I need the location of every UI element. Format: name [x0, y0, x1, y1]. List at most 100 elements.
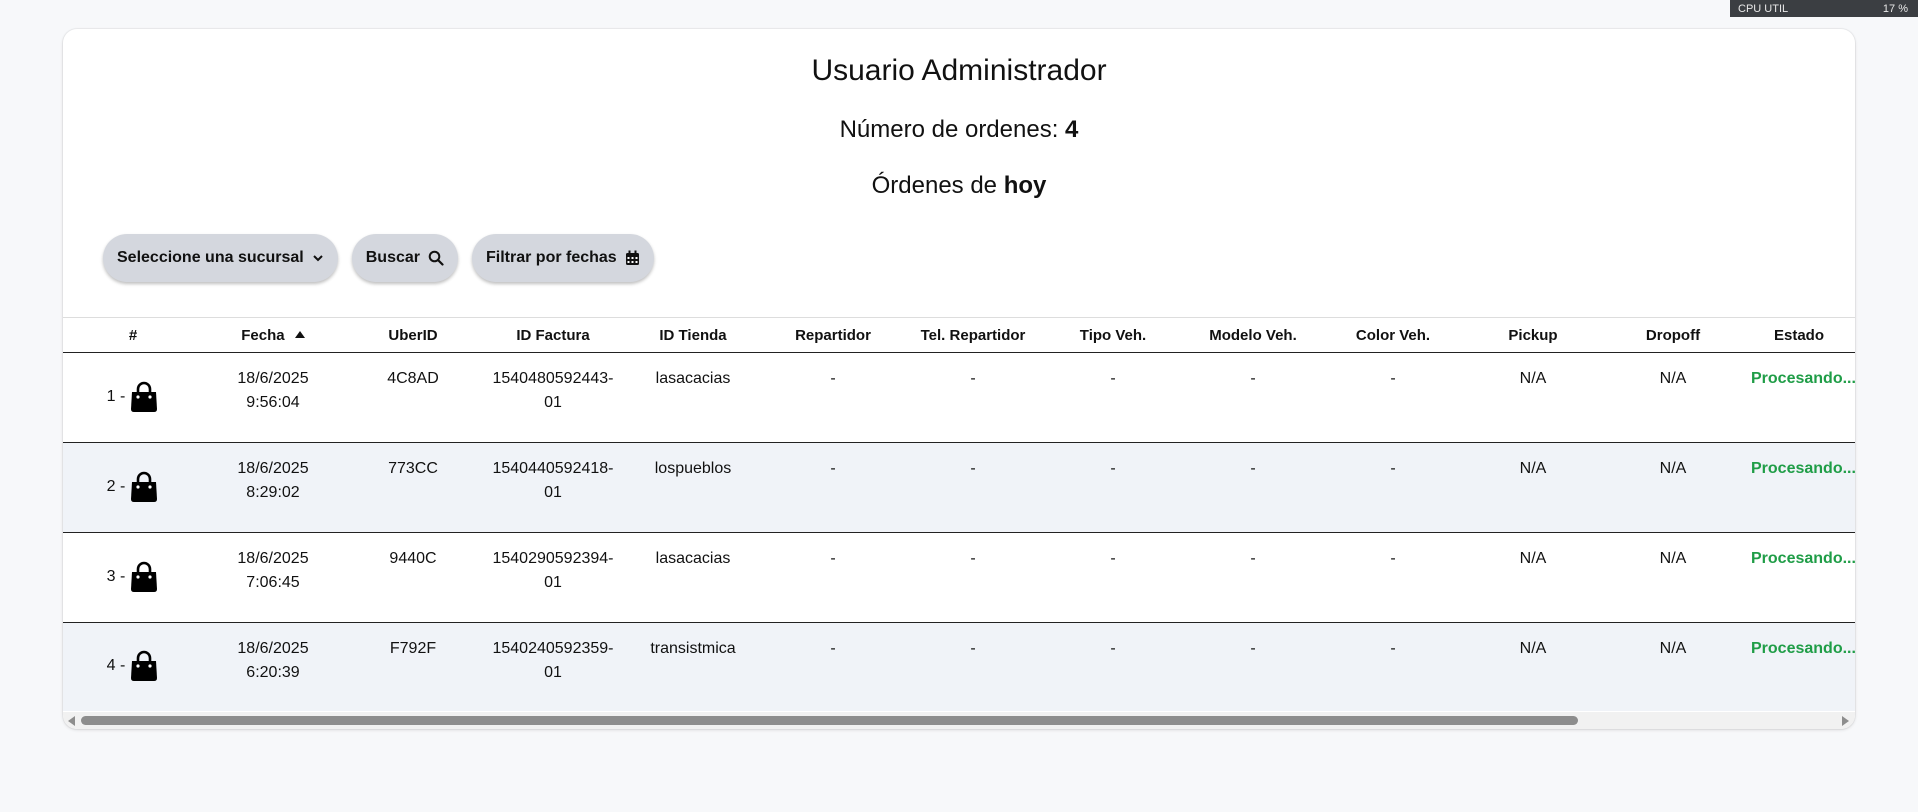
table-row[interactable]: 2 - 18/6/2025 8:29:02 773CC 1540440592418…	[63, 442, 1855, 533]
vehicle-color-cell: -	[1323, 532, 1463, 623]
col-header-uberid[interactable]: UberID	[343, 317, 483, 353]
col-header-driver-phone[interactable]: Tel. Repartidor	[903, 317, 1043, 353]
scroll-right-arrow-icon[interactable]	[1842, 716, 1849, 726]
driver-phone-cell: -	[903, 442, 1043, 533]
invoice-part-2: 01	[544, 394, 562, 411]
horizontal-scrollbar[interactable]	[63, 712, 1855, 729]
table-row[interactable]: 3 - 18/6/2025 7:06:45 9440C 1540290592394…	[63, 532, 1855, 623]
page-title: Usuario Administrador	[811, 54, 1107, 87]
filter-controls: Seleccione una sucursal Buscar Filtrar p…	[103, 234, 654, 282]
date: 18/6/2025	[237, 460, 309, 477]
status-cell: Procesando...	[1743, 442, 1855, 533]
vehicle-color-cell: -	[1323, 622, 1463, 711]
search-button[interactable]: Buscar	[351, 234, 458, 282]
vehicle-color-cell: -	[1323, 352, 1463, 443]
pickup-cell: N/A	[1463, 352, 1603, 443]
shopping-bag-icon[interactable]	[129, 471, 159, 503]
driver-cell: -	[763, 532, 903, 623]
store-cell: transistmica	[623, 622, 763, 711]
orders-table: # Fecha UberID ID Factura ID Tienda Repa…	[63, 317, 1855, 711]
vehicle-type-cell: -	[1043, 352, 1183, 443]
table-header-row: # Fecha UberID ID Factura ID Tienda Repa…	[63, 317, 1855, 353]
date-filter-label: Filtrar por fechas	[486, 249, 617, 266]
uberid-cell: 773CC	[343, 442, 483, 533]
col-header-vehicle-model[interactable]: Modelo Veh.	[1183, 317, 1323, 353]
driver-phone-cell: -	[903, 532, 1043, 623]
date: 18/6/2025	[237, 640, 309, 657]
time: 6:20:39	[246, 664, 300, 681]
col-header-vehicle-color[interactable]: Color Veh.	[1323, 317, 1463, 353]
cpu-util-widget: CPU UTIL 17 %	[1730, 0, 1918, 17]
invoice-cell: 1540480592443- 01	[483, 352, 623, 443]
invoice-cell: 1540440592418- 01	[483, 442, 623, 533]
scrollbar-thumb[interactable]	[81, 716, 1578, 725]
row-index-cell: 3 -	[63, 532, 203, 623]
vehicle-model-cell: -	[1183, 352, 1323, 443]
col-header-pickup[interactable]: Pickup	[1463, 317, 1603, 353]
shopping-bag-icon[interactable]	[129, 561, 159, 593]
branch-select[interactable]: Seleccione una sucursal	[103, 234, 338, 282]
vehicle-model-cell: -	[1183, 442, 1323, 533]
col-header-invoice-id[interactable]: ID Factura	[483, 317, 623, 353]
table-row[interactable]: 1 - 18/6/2025 9:56:04 4C8AD 1540480592443…	[63, 352, 1855, 443]
store-cell: lasacacias	[623, 352, 763, 443]
invoice-part-1: 1540480592443-	[492, 370, 614, 387]
dropoff-cell: N/A	[1603, 442, 1743, 533]
dropoff-cell: N/A	[1603, 352, 1743, 443]
date-cell: 18/6/2025 6:20:39	[203, 622, 343, 711]
orders-period: Órdenes de hoy	[63, 172, 1855, 200]
vehicle-color-cell: -	[1323, 442, 1463, 533]
driver-cell: -	[763, 352, 903, 443]
cpu-util-label: CPU UTIL	[1738, 2, 1789, 15]
pickup-cell: N/A	[1463, 622, 1603, 711]
date-cell: 18/6/2025 9:56:04	[203, 352, 343, 443]
status-cell: Procesando...	[1743, 622, 1855, 711]
uberid-cell: 4C8AD	[343, 352, 483, 443]
invoice-part-1: 1540240592359-	[492, 640, 614, 657]
col-header-index: #	[63, 317, 203, 353]
scroll-left-arrow-icon[interactable]	[68, 716, 75, 726]
orders-card: Usuario Administrador Número de ordenes:…	[63, 29, 1855, 729]
dropoff-cell: N/A	[1603, 622, 1743, 711]
col-header-date-label: Fecha	[241, 327, 285, 344]
calendar-icon	[625, 250, 639, 265]
col-header-driver[interactable]: Repartidor	[763, 317, 903, 353]
uberid-cell: 9440C	[343, 532, 483, 623]
driver-cell: -	[763, 622, 903, 711]
invoice-part-2: 01	[544, 664, 562, 681]
driver-phone-cell: -	[903, 352, 1043, 443]
order-count-value: 4	[1065, 116, 1079, 143]
orders-period-value: hoy	[1003, 172, 1047, 199]
date-cell: 18/6/2025 8:29:02	[203, 442, 343, 533]
status-cell: Procesando...	[1743, 532, 1855, 623]
col-header-status[interactable]: Estado	[1743, 317, 1855, 353]
invoice-part-2: 01	[544, 574, 562, 591]
status-cell: Procesando...	[1743, 352, 1855, 443]
order-count: Número de ordenes: 4	[63, 116, 1855, 144]
row-index-cell: 1 -	[63, 352, 203, 443]
sort-asc-icon	[294, 331, 305, 338]
row-index: 1 -	[106, 388, 126, 405]
col-header-date[interactable]: Fecha	[203, 317, 343, 353]
vehicle-type-cell: -	[1043, 442, 1183, 533]
invoice-cell: 1540240592359- 01	[483, 622, 623, 711]
col-header-store-id[interactable]: ID Tienda	[623, 317, 763, 353]
vehicle-model-cell: -	[1183, 622, 1323, 711]
invoice-part-1: 1540290592394-	[492, 550, 614, 567]
store-cell: lospueblos	[623, 442, 763, 533]
date-filter-button[interactable]: Filtrar por fechas	[472, 234, 654, 282]
search-button-label: Buscar	[365, 249, 420, 266]
col-header-dropoff[interactable]: Dropoff	[1603, 317, 1743, 353]
date: 18/6/2025	[237, 550, 309, 567]
row-index: 4 -	[106, 657, 126, 675]
row-index: 3 -	[106, 568, 126, 585]
vehicle-type-cell: -	[1043, 622, 1183, 711]
shopping-bag-icon[interactable]	[129, 650, 159, 682]
invoice-cell: 1540290592394- 01	[483, 532, 623, 623]
shopping-bag-icon[interactable]	[129, 381, 159, 413]
invoice-part-1: 1540440592418-	[492, 460, 614, 477]
orders-period-label: Órdenes de	[871, 172, 998, 199]
time: 9:56:04	[246, 394, 300, 411]
col-header-vehicle-type[interactable]: Tipo Veh.	[1043, 317, 1183, 353]
table-row[interactable]: 4 - 18/6/2025 6:20:39 F792F 1540240592359…	[63, 622, 1855, 711]
